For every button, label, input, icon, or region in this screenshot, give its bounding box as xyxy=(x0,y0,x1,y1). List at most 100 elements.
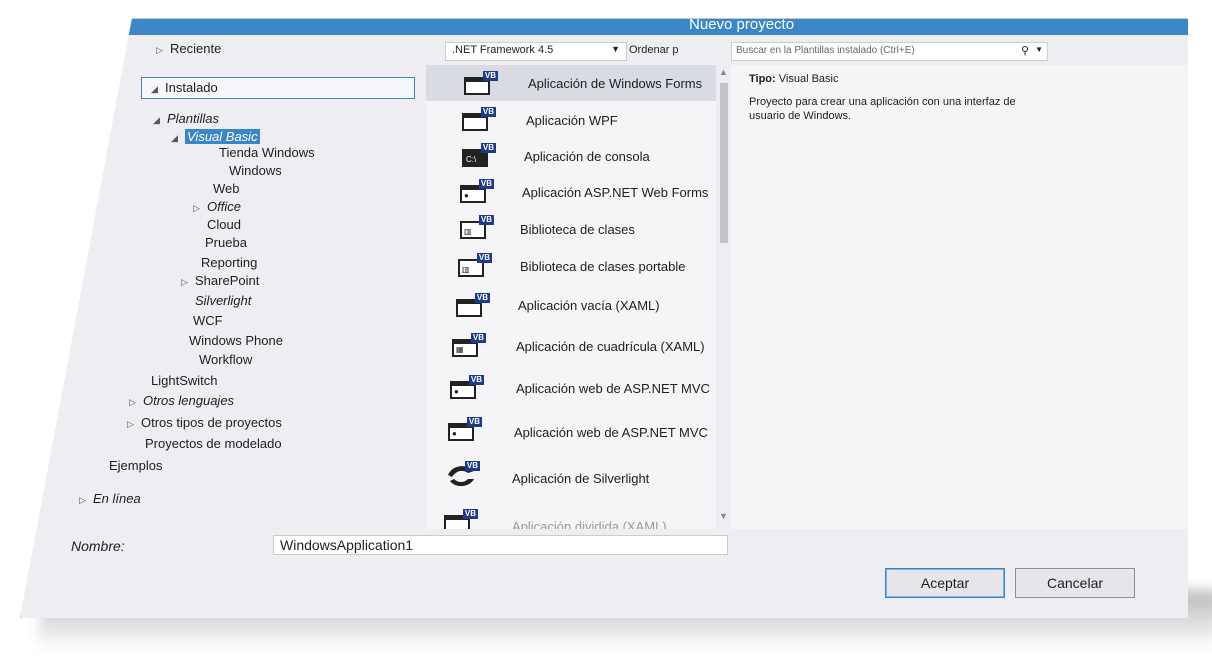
tree-item-en-linea[interactable]: ▷ En línea xyxy=(79,491,141,506)
chevron-down-icon[interactable]: ▼ xyxy=(1035,45,1043,54)
tree-item-wcf[interactable]: WCF xyxy=(193,313,223,328)
template-tree: ▷ Reciente ◢ Instalado ◢ Plantillas ◢ Visual… xyxy=(21,35,416,529)
tree-item-label: Windows Phone xyxy=(189,333,283,348)
template-list[interactable]: VB Aplicación de Windows Forms VB Aplica… xyxy=(426,65,716,529)
template-label: Aplicación de Windows Forms xyxy=(528,76,703,91)
aspnet-icon: VB ● xyxy=(460,179,494,205)
tree-item-label: Reciente xyxy=(170,41,222,56)
tree-item-cloud[interactable]: Cloud xyxy=(207,217,241,232)
accept-button[interactable]: Aceptar xyxy=(885,568,1005,598)
scrollbar-thumb[interactable] xyxy=(720,83,728,243)
template-label: Biblioteca de clases portable xyxy=(520,259,686,274)
template-label: Aplicación vacía (XAML) xyxy=(518,298,660,313)
tree-item-label: Visual Basic xyxy=(185,129,260,144)
expand-arrow-icon[interactable]: ▷ xyxy=(193,203,207,214)
tree-item-sharepoint[interactable]: ▷ SharePoint xyxy=(181,273,259,288)
tree-item-web[interactable]: Web xyxy=(213,181,240,196)
blank-app-icon: VB xyxy=(456,293,490,319)
tree-item-label: SharePoint xyxy=(195,273,260,288)
scroll-up-icon[interactable]: ▲ xyxy=(719,67,728,77)
split-app-icon: VB xyxy=(444,509,478,529)
tree-item-lightswitch[interactable]: LightSwitch xyxy=(151,373,217,388)
tree-item-label: Reporting xyxy=(201,255,258,270)
title-bar[interactable]: Nuevo proyecto xyxy=(21,19,1188,35)
template-description: Proyecto para crear una aplicación con u… xyxy=(749,96,1016,122)
grid-app-icon: VB ▦ xyxy=(452,333,486,359)
template-item[interactable]: VB ● Aplicación ASP.NET Web Forms xyxy=(426,179,716,215)
template-list-scrollbar[interactable]: ▲ ▼ xyxy=(718,67,730,521)
type-value: Visual Basic xyxy=(778,73,839,85)
tree-item-label: Workflow xyxy=(199,352,253,367)
tree-item-label: Prueba xyxy=(205,235,247,250)
tree-item-visual-basic[interactable]: ◢ Visual Basic xyxy=(171,129,260,144)
tree-item-reciente[interactable]: ▷ Reciente xyxy=(156,41,221,56)
template-item[interactable]: VB ● Aplicación web de ASP.NET MVC xyxy=(426,417,716,453)
template-label: Aplicación de Silverlight xyxy=(512,471,650,486)
template-item[interactable]: VB Aplicación dividida (XAML) xyxy=(426,507,716,529)
tree-item-label: LightSwitch xyxy=(151,373,218,388)
expand-arrow-icon[interactable]: ▷ xyxy=(181,277,195,288)
tree-item-instalado[interactable]: ◢ Instalado xyxy=(151,80,218,95)
tree-item-label: Cloud xyxy=(207,217,241,232)
tree-item-prueba[interactable]: Prueba xyxy=(205,235,247,250)
tree-item-label: Otros tipos de proyectos xyxy=(141,415,282,430)
tree-item-otros-tipos[interactable]: ▷ Otros tipos de proyectos xyxy=(127,415,282,430)
tree-item-otros-lenguajes[interactable]: ▷ Otros lenguajes xyxy=(129,393,234,408)
search-icon[interactable]: ⚲ xyxy=(1021,44,1029,57)
expand-arrow-icon[interactable]: ▷ xyxy=(127,419,141,430)
template-item[interactable]: VB ● Aplicación web de ASP.NET MVC xyxy=(426,375,716,411)
scroll-down-icon[interactable]: ▼ xyxy=(719,511,728,521)
collapse-arrow-icon[interactable]: ◢ xyxy=(171,133,185,144)
tree-item-ejemplos[interactable]: Ejemplos xyxy=(109,458,162,473)
tree-item-modelado[interactable]: Proyectos de modelado xyxy=(145,436,282,451)
sort-dropdown[interactable]: Ordenar p xyxy=(629,44,685,56)
framework-dropdown[interactable]: .NET Framework 4.5 ▼ xyxy=(445,42,627,61)
collapse-arrow-icon[interactable]: ◢ xyxy=(153,115,167,126)
template-item[interactable]: VB ▦ Aplicación de cuadrícula (XAML) xyxy=(426,333,716,369)
tree-item-reporting[interactable]: Reporting xyxy=(201,255,257,270)
tree-item-label: Proyectos de modelado xyxy=(145,436,282,451)
template-item[interactable]: VB Aplicación WPF xyxy=(426,103,716,139)
template-label: Aplicación dividida (XAML) xyxy=(512,519,667,529)
collapse-arrow-icon[interactable]: ◢ xyxy=(151,84,165,95)
name-label: Nombre: xyxy=(71,538,125,554)
tree-item-windows[interactable]: Windows xyxy=(229,163,282,178)
template-item[interactable]: VB Aplicación de Windows Forms xyxy=(426,65,716,101)
tree-item-label: Plantillas xyxy=(167,111,220,126)
tree-item-label: Office xyxy=(207,199,241,214)
template-item[interactable]: VB ▥ Biblioteca de clases portable xyxy=(426,253,716,291)
portable-library-icon: VB ▥ xyxy=(458,253,492,279)
project-name-input[interactable] xyxy=(273,535,728,555)
mvc-icon: VB ● xyxy=(450,375,484,401)
class-library-icon: VB ▥ xyxy=(460,215,494,241)
template-item[interactable]: VB Aplicación vacía (XAML) xyxy=(426,293,716,329)
tree-item-windows-phone[interactable]: Windows Phone xyxy=(189,333,283,348)
template-label: Aplicación de cuadrícula (XAML) xyxy=(516,339,705,354)
tree-item-office[interactable]: ▷ Office xyxy=(193,199,241,214)
wpf-icon: VB xyxy=(462,107,496,133)
template-label: Aplicación ASP.NET Web Forms xyxy=(522,185,709,200)
template-type: Tipo: Visual Basic xyxy=(749,73,838,85)
tree-item-tienda-windows[interactable]: Tienda Windows xyxy=(219,145,315,160)
template-item[interactable]: VB C:\ Aplicación de consola xyxy=(426,141,716,177)
expand-arrow-icon[interactable]: ▷ xyxy=(129,397,143,408)
tree-item-label: Web xyxy=(213,181,240,196)
tree-item-label: Tienda Windows xyxy=(219,145,315,160)
template-item[interactable]: VB ▥ Biblioteca de clases xyxy=(426,215,716,253)
expand-arrow-icon[interactable]: ▷ xyxy=(156,45,170,56)
template-item[interactable]: VB Aplicación de Silverlight xyxy=(426,461,716,497)
tree-item-label: Silverlight xyxy=(195,293,252,308)
template-label: Biblioteca de clases xyxy=(520,222,635,237)
search-placeholder: Buscar en la Plantillas instalado (Ctrl+… xyxy=(736,45,915,56)
console-icon: VB C:\ xyxy=(462,143,496,169)
template-details: Tipo: Visual Basic Proyecto para crear u… xyxy=(731,65,1188,529)
cancel-button[interactable]: Cancelar xyxy=(1015,568,1135,598)
search-input[interactable]: Buscar en la Plantillas instalado (Ctrl+… xyxy=(731,42,1048,61)
tree-item-silverlight[interactable]: Silverlight xyxy=(195,293,251,308)
tree-item-label: Instalado xyxy=(165,80,218,95)
expand-arrow-icon[interactable]: ▷ xyxy=(79,495,93,506)
new-project-dialog: Nuevo proyecto ▷ Reciente ◢ Instalado ◢ Pla… xyxy=(20,18,1188,618)
tree-item-plantillas[interactable]: ◢ Plantillas xyxy=(153,111,219,126)
template-label: Aplicación WPF xyxy=(526,113,618,128)
tree-item-workflow[interactable]: Workflow xyxy=(199,352,252,367)
